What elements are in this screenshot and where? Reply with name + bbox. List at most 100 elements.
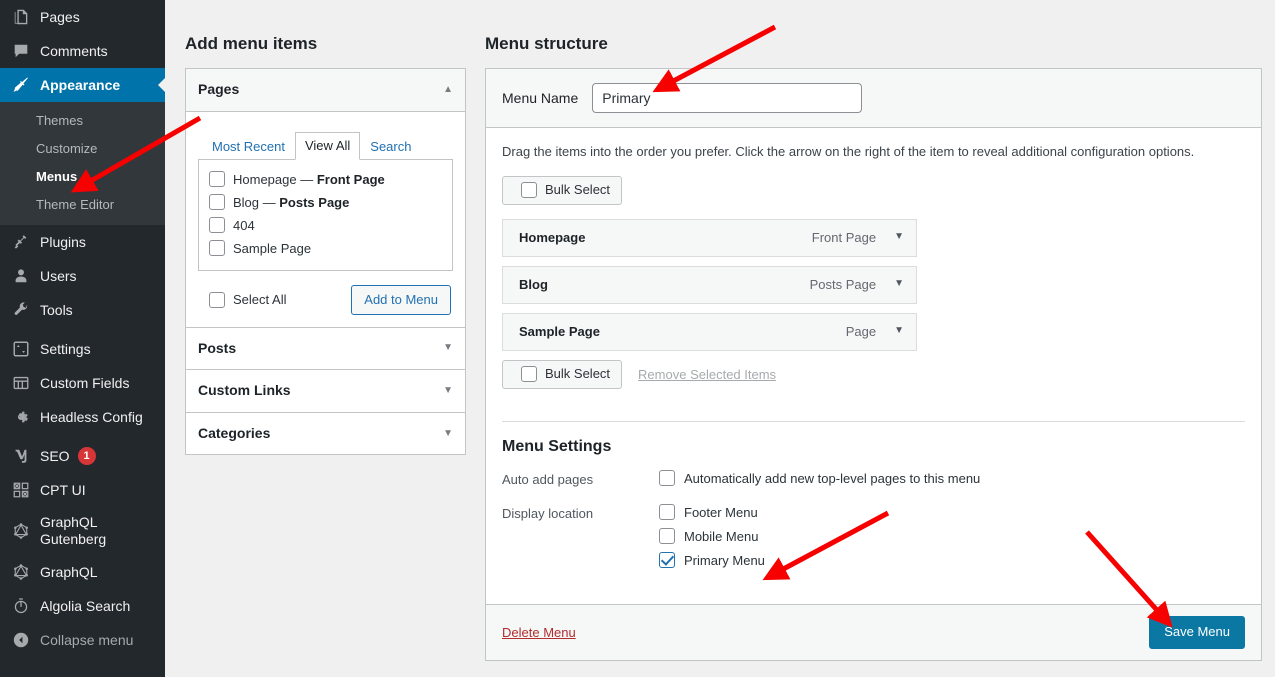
sidebar-item-graphql-gutenberg[interactable]: GraphQL Gutenberg	[0, 507, 165, 555]
bulk-select-label-top: Bulk Select	[545, 182, 611, 197]
location-option-footer-menu[interactable]: Footer Menu	[659, 504, 1245, 521]
select-all-control[interactable]: Select All	[201, 291, 286, 308]
sidebar-item-custom-fields[interactable]: Custom Fields	[0, 366, 165, 400]
footer-menu-checkbox[interactable]	[659, 504, 675, 520]
bulk-select-label-bottom: Bulk Select	[545, 366, 611, 381]
menu-name-bar: Menu Name	[486, 69, 1261, 128]
sidebar-item-plugins[interactable]: Plugins	[0, 225, 165, 259]
location-option-mobile-menu[interactable]: Mobile Menu	[659, 528, 1245, 545]
accordion-posts: Posts ▼	[185, 326, 466, 370]
footer-menu-label: Footer Menu	[684, 504, 758, 520]
auto-add-pages-options: Automatically add new top-level pages to…	[659, 470, 1245, 494]
menu-settings-section: Menu Settings Auto add pages Automatical…	[486, 422, 1261, 604]
bulk-select-top[interactable]: Bulk Select	[502, 175, 623, 205]
sidebar-item-graphql[interactable]: GraphQL	[0, 555, 165, 589]
menu-item-homepage[interactable]: Homepage Front Page ▼	[502, 218, 917, 257]
sidebar-item-label: Settings	[40, 340, 91, 357]
auto-add-pages-row: Auto add pages Automatically add new top…	[502, 470, 1245, 494]
menu-items-list: Homepage Front Page ▼ Blog Posts Page ▼	[502, 218, 917, 351]
bulk-select-bottom[interactable]: Bulk Select	[502, 359, 623, 389]
gear-icon	[11, 407, 31, 427]
list-item[interactable]: Homepage — Front Page	[209, 168, 442, 191]
sidebar-item-label: SEO	[40, 447, 70, 464]
accordion-categories-title: Categories	[198, 424, 271, 441]
sidebar-item-users[interactable]: Users	[0, 259, 165, 293]
accordion-pages-title: Pages	[198, 81, 240, 97]
sidebar-item-seo[interactable]: SEO 1	[0, 439, 165, 473]
menu-structure-title: Menu structure	[485, 34, 608, 53]
accordion-pages-header[interactable]: Pages ▲	[186, 69, 465, 112]
location-option-primary-menu[interactable]: Primary Menu	[659, 552, 1245, 569]
add-to-menu-button[interactable]: Add to Menu	[351, 284, 451, 315]
page-checkbox-blog[interactable]	[209, 194, 225, 211]
sidebar-item-label: Custom Fields	[40, 374, 130, 391]
pages-actions: Select All Add to Menu	[198, 284, 453, 315]
sidebar-subitem-menus[interactable]: Menus	[0, 163, 165, 191]
custom-fields-grid-icon	[11, 373, 31, 393]
pages-tabs: Most Recent View All Search	[198, 131, 453, 160]
sidebar-item-comments[interactable]: Comments	[0, 34, 165, 68]
tab-most-recent[interactable]: Most Recent	[202, 133, 295, 160]
chevron-up-icon[interactable]: ▲	[443, 84, 453, 95]
collapse-menu-button[interactable]: Collapse menu	[0, 623, 165, 657]
bulk-select-checkbox-top[interactable]	[521, 181, 537, 198]
menu-item-meta: Front Page ▼	[812, 230, 904, 245]
page-label-homepage: Homepage — Front Page	[233, 171, 385, 187]
accordion-categories-header[interactable]: Categories ▼	[186, 413, 465, 455]
save-menu-button[interactable]: Save Menu	[1149, 615, 1245, 649]
display-location-row: Display location Footer Menu Mobile Menu	[502, 504, 1245, 576]
tab-search[interactable]: Search	[360, 133, 421, 160]
sidebar-item-pages[interactable]: Pages	[0, 0, 165, 34]
accordion-container: Pages ▲ Most Recent View All Search Home…	[185, 68, 466, 456]
primary-menu-checkbox[interactable]	[659, 552, 675, 568]
list-item[interactable]: Blog — Posts Page	[209, 191, 442, 214]
menu-item-title: Sample Page	[519, 323, 600, 339]
sidebar-item-settings[interactable]: Settings	[0, 332, 165, 366]
accordion-pages-body: Most Recent View All Search Homepage — F…	[186, 112, 465, 327]
delete-menu-link[interactable]: Delete Menu	[502, 625, 576, 640]
menu-item-blog[interactable]: Blog Posts Page ▼	[502, 265, 917, 304]
chevron-down-icon[interactable]: ▼	[894, 326, 904, 336]
auto-add-pages-label: Auto add pages	[502, 471, 594, 487]
sidebar-subitem-themes[interactable]: Themes	[0, 107, 165, 135]
auto-add-pages-option[interactable]: Automatically add new top-level pages to…	[659, 470, 1245, 487]
sidebar-item-algolia-search[interactable]: Algolia Search	[0, 589, 165, 623]
list-item[interactable]: 404	[209, 214, 442, 237]
menu-item-meta: Page ▼	[846, 324, 904, 339]
bulk-select-checkbox-bottom[interactable]	[521, 365, 537, 382]
sidebar-subitem-theme-editor[interactable]: Theme Editor	[0, 191, 165, 219]
chevron-down-icon[interactable]: ▼	[894, 232, 904, 242]
sidebar-subitem-customize[interactable]: Customize	[0, 135, 165, 163]
page-label-sample-page: Sample Page	[233, 240, 312, 256]
auto-add-pages-checkbox[interactable]	[659, 470, 675, 486]
chevron-down-icon[interactable]: ▼	[894, 279, 904, 289]
sidebar-item-tools[interactable]: Tools	[0, 293, 165, 327]
tab-view-all[interactable]: View All	[294, 131, 361, 160]
pages-icon	[11, 7, 31, 27]
graphql-icon	[11, 521, 31, 541]
admin-sidebar: Pages Comments Appearance Themes Customi…	[0, 0, 166, 677]
accordion-custom-links-header[interactable]: Custom Links ▼	[186, 370, 465, 412]
sidebar-item-headless-config[interactable]: Headless Config	[0, 400, 165, 434]
sidebar-item-label: GraphQL Gutenberg	[40, 513, 107, 547]
appearance-submenu: Themes Customize Menus Theme Editor	[0, 102, 165, 225]
select-all-checkbox[interactable]	[209, 291, 225, 308]
page-checkbox-sample-page[interactable]	[209, 240, 225, 257]
menu-item-sample-page[interactable]: Sample Page Page ▼	[502, 312, 917, 351]
remove-selected-items-link[interactable]: Remove Selected Items	[638, 367, 776, 382]
sidebar-item-label: Tools	[40, 301, 73, 318]
sidebar-item-cpt-ui[interactable]: CPT UI	[0, 473, 165, 507]
chevron-down-icon[interactable]: ▼	[443, 385, 453, 396]
page-checkbox-404[interactable]	[209, 217, 225, 234]
sidebar-item-label: Algolia Search	[40, 597, 131, 614]
list-item[interactable]: Sample Page	[209, 237, 442, 260]
collapse-menu-label: Collapse menu	[40, 631, 134, 648]
menu-name-input[interactable]	[592, 83, 863, 113]
sidebar-item-appearance[interactable]: Appearance	[0, 68, 166, 102]
chevron-down-icon[interactable]: ▼	[443, 428, 453, 439]
mobile-menu-checkbox[interactable]	[659, 528, 675, 544]
page-checkbox-homepage[interactable]	[209, 171, 225, 188]
accordion-posts-header[interactable]: Posts ▼	[186, 328, 465, 370]
chevron-down-icon[interactable]: ▼	[443, 343, 453, 353]
menu-item-type: Front Page	[811, 229, 877, 245]
